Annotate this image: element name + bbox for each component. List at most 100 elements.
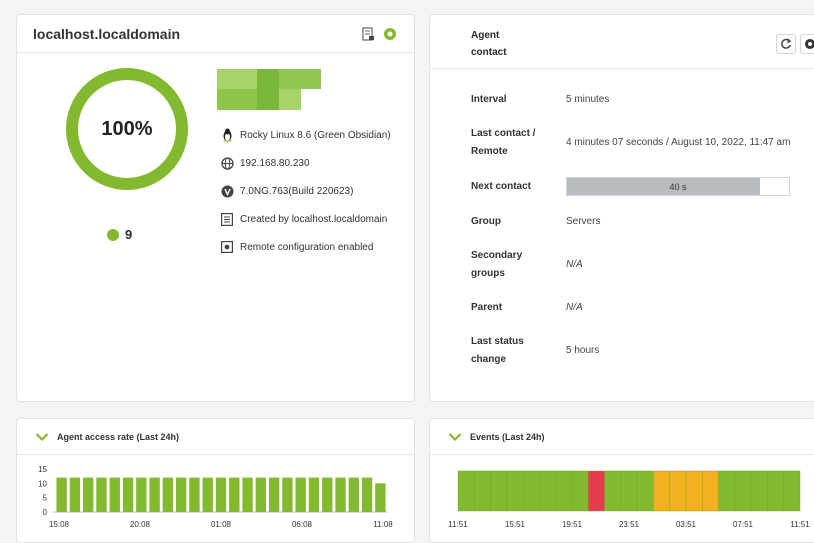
x-tick-label: 11:51 [790, 520, 810, 529]
group-value: Servers [566, 216, 601, 227]
linux-icon [220, 128, 234, 142]
access-rate-bar [83, 477, 94, 512]
globe-icon [220, 156, 234, 170]
list-icon [220, 212, 234, 226]
access-rate-bar [308, 477, 320, 512]
event-segment [555, 470, 573, 512]
x-tick-label: 15:08 [49, 520, 70, 529]
chevron-down-icon[interactable] [448, 432, 462, 442]
y-tick-label: 0 [43, 508, 48, 517]
remote-config-row: Remote configuration enabled [220, 233, 391, 261]
x-tick-label: 15:51 [505, 520, 526, 529]
event-segment [783, 470, 801, 512]
access-rate-bar [202, 477, 213, 512]
status-percentage: 100% [101, 118, 153, 140]
created-by-row: Created by localhost.localdomain [220, 205, 391, 233]
access-rate-bar [375, 483, 386, 512]
agent-access-rate-card: Agent access rate (Last 24h) 15 10 5 0 15:08… [16, 418, 415, 543]
os-label: Rocky Linux 8.6 (Green Obsidian) [240, 129, 391, 141]
access-rate-bar [268, 477, 280, 512]
event-segment [474, 470, 491, 512]
version-label: 7.0NG.763(Build 220623) [240, 185, 354, 197]
y-tick-label: 15 [38, 465, 47, 474]
x-tick-label: 19:51 [562, 520, 583, 529]
group-label: Group [471, 216, 501, 227]
agent-access-rate-header[interactable]: Agent access rate (Last 24h) [17, 419, 414, 455]
x-tick-label: 01:08 [211, 520, 232, 529]
access-rate-bar [242, 477, 253, 512]
event-segment [588, 470, 605, 512]
refresh-button[interactable] [776, 34, 796, 54]
events-card: Events (Last 24h) 11:51 15:51 19:51 23:51 03… [429, 418, 814, 543]
y-tick-label: 5 [43, 494, 48, 503]
normal-status-dot [107, 228, 119, 241]
remote-config-label: Remote configuration enabled [240, 241, 374, 253]
refresh-icon [781, 38, 792, 49]
parent-label: Parent [471, 302, 503, 313]
module-count-value: 9 [125, 227, 133, 242]
event-segment [734, 470, 752, 512]
remote-config-icon [220, 240, 234, 254]
access-rate-bar [122, 477, 134, 512]
x-tick-label: 20:08 [130, 520, 151, 529]
agent-info-list: Rocky Linux 8.6 (Green Obsidian) 192.168… [220, 121, 391, 261]
access-rate-bar [215, 477, 227, 512]
x-tick-label: 07:51 [733, 520, 754, 529]
event-segment [718, 470, 736, 512]
agent-access-rate-title: Agent access rate (Last 24h) [57, 431, 180, 442]
event-segment [571, 470, 589, 512]
agent-detail-icon[interactable] [361, 27, 375, 41]
agent-thumbnail [217, 69, 321, 110]
events-chart: 11:51 15:51 19:51 23:51 03:51 07:51 11:51 [448, 470, 810, 529]
access-rate-bar [282, 477, 293, 512]
access-rate-bar [255, 477, 267, 512]
ip-row: 192.168.80.230 [220, 149, 391, 177]
module-count: 9 [107, 227, 132, 242]
access-rate-bar [69, 477, 81, 512]
agent-access-rate-chart: 15 10 5 015:08 20:08 01:08 06:08 11:08 [38, 465, 393, 529]
ip-label: 192.168.80.230 [240, 157, 310, 169]
agent-action-button[interactable] [800, 34, 814, 54]
last-status-change-label: Last status change [471, 336, 524, 365]
y-tick-label: 10 [38, 479, 47, 488]
x-tick-label: 11:08 [373, 520, 393, 529]
x-tick-label: 06:08 [292, 520, 313, 529]
events-title: Events (Last 24h) [470, 431, 545, 442]
agent-action-icon [805, 39, 814, 49]
event-segment [653, 470, 670, 512]
secondary-groups-value: N/A [566, 259, 583, 270]
event-segment [457, 470, 475, 512]
event-segment [767, 470, 784, 512]
access-rate-bar [149, 477, 160, 512]
event-segment [522, 470, 540, 512]
host-card-header: localhost.localdomain [17, 15, 414, 53]
agent-contact-card: Agent contact Interval 5 minutes Last co… [429, 14, 814, 402]
agent-status-icon[interactable] [383, 27, 397, 41]
access-rate-bar [96, 477, 107, 512]
agent-contact-header: Agent contact [430, 15, 814, 69]
parent-value: N/A [566, 302, 583, 313]
access-rate-bar [109, 477, 120, 512]
access-rate-bar [335, 477, 346, 512]
host-title: localhost.localdomain [33, 25, 181, 42]
last-contact-value: 4 minutes 07 seconds / August 10, 2022, … [566, 137, 791, 148]
event-segment [490, 470, 508, 512]
event-segment [620, 470, 638, 512]
event-segment [750, 470, 768, 512]
host-card: localhost.localdomain 100% 9 Rocky Linux… [16, 14, 415, 402]
chevron-down-icon[interactable] [35, 432, 49, 442]
next-contact-progress: 40 s [566, 177, 790, 196]
created-by-label: Created by localhost.localdomain [240, 213, 388, 225]
secondary-groups-label: Secondary groups [471, 250, 523, 279]
next-contact-value: 40 s [669, 181, 687, 192]
event-segment [604, 470, 622, 512]
version-icon [220, 184, 234, 198]
access-rate-bar [322, 477, 333, 512]
event-segment [669, 470, 687, 512]
events-header[interactable]: Events (Last 24h) [430, 419, 814, 455]
x-tick-label: 11:51 [448, 520, 468, 529]
event-segment [506, 470, 524, 512]
event-segment [702, 470, 719, 512]
x-tick-label: 03:51 [676, 520, 697, 529]
access-rate-bar [229, 477, 240, 512]
